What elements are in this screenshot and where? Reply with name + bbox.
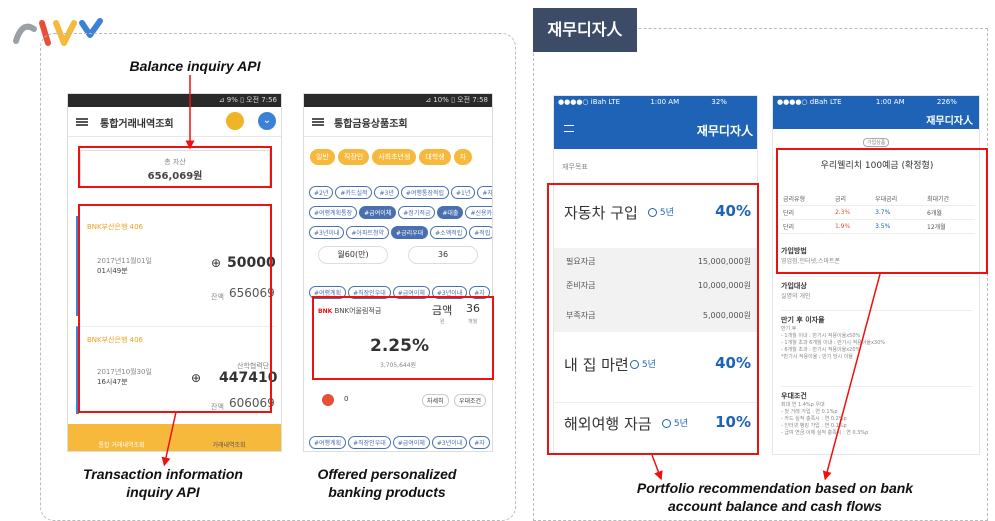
arrow-portfolio-right — [822, 273, 881, 481]
callout-arrows — [161, 75, 881, 481]
arrow-transaction — [161, 411, 177, 467]
arrow-portfolio-left — [651, 454, 663, 481]
